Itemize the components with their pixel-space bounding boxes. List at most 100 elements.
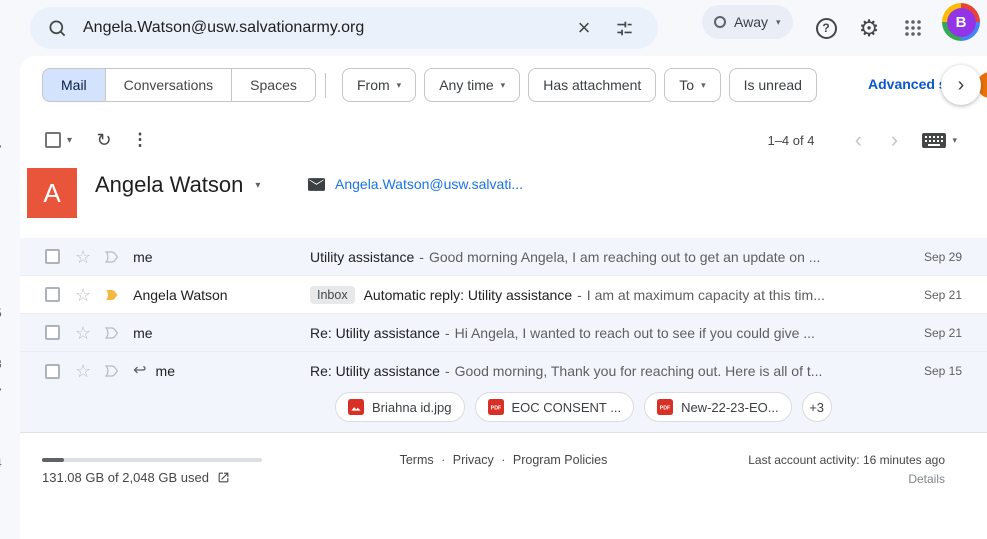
importance-marker-icon[interactable] <box>103 362 121 380</box>
subject-snippet-separator: - <box>445 325 450 341</box>
star-icon[interactable]: ☆ <box>75 362 91 380</box>
svg-text:PDF: PDF <box>490 406 501 412</box>
row-checkbox[interactable] <box>45 287 60 302</box>
sender-avatar[interactable]: A <box>27 168 77 218</box>
program-policies-link[interactable]: Program Policies <box>513 453 607 467</box>
privacy-link[interactable]: Privacy <box>453 453 494 467</box>
star-icon[interactable]: ☆ <box>75 286 91 304</box>
sender-email-link[interactable]: Angela.Watson@usw.salvati... <box>335 176 523 192</box>
list-toolbar: ▾ ↻ ⋮ 1–4 of 4 ‹ › ▾ <box>20 116 987 164</box>
thread-snippet: I am at maximum capacity at this tim... <box>587 287 825 303</box>
apps-grid-icon <box>904 19 922 37</box>
importance-marker-icon[interactable] <box>103 286 121 304</box>
chip-label: Any time <box>439 77 493 93</box>
svg-text:PDF: PDF <box>660 406 671 412</box>
select-all-checkbox[interactable] <box>45 132 61 148</box>
pagination-range: 1–4 of 4 <box>767 133 814 148</box>
thread-date: Sep 21 <box>907 326 987 340</box>
account-avatar[interactable]: B <box>942 3 980 41</box>
sender-name-dropdown[interactable]: Angela Watson ▾ <box>95 172 260 198</box>
chevron-down-icon: ▾ <box>501 80 506 91</box>
chevron-down-icon: ▾ <box>397 80 402 91</box>
storage-used-text: 131.08 GB of 2,048 GB used <box>42 470 209 485</box>
attachment-chip[interactable]: PDF New-22-23-EO... <box>644 392 792 422</box>
input-tools-button[interactable]: ▾ <box>922 133 957 148</box>
attachment-chips: Briahna id.jpg PDF EOC CONSENT ... PDF N… <box>20 390 987 432</box>
thread-sender: me <box>133 249 152 265</box>
google-apps-button[interactable] <box>893 8 933 48</box>
chevron-down-icon: ▾ <box>255 180 260 191</box>
star-icon[interactable]: ☆ <box>75 324 91 342</box>
thread-sender: me <box>156 363 175 379</box>
table-row[interactable]: ☆ me Utility assistance - Good morning A… <box>20 238 987 276</box>
filter-chip-to[interactable]: To ▾ <box>664 68 720 102</box>
link-separator: · <box>441 453 445 467</box>
importance-marker-icon[interactable] <box>103 324 121 342</box>
keyboard-icon <box>922 133 946 148</box>
table-row[interactable]: ☆ Angela Watson Inbox Automatic reply: U… <box>20 276 987 314</box>
close-icon: × <box>578 17 591 39</box>
newer-page-button[interactable]: ‹ <box>840 127 876 153</box>
status-label: Away <box>734 14 768 30</box>
attachment-chip[interactable]: Briahna id.jpg <box>335 392 465 422</box>
sidebar-count-clipped: 3 <box>0 357 9 371</box>
older-page-button[interactable]: › <box>876 127 912 153</box>
chip-label: To <box>679 77 694 93</box>
sidebar-count-clipped: 7 <box>0 143 9 157</box>
chips-scroll-right-button[interactable]: › <box>941 65 981 105</box>
last-account-activity: Last account activity: 16 minutes ago <box>748 453 945 467</box>
refresh-button[interactable]: ↻ <box>86 122 122 158</box>
tab-mail[interactable]: Mail <box>42 68 106 102</box>
chip-label: From <box>357 77 390 93</box>
pdf-file-icon: PDF <box>488 399 504 415</box>
chevron-down-icon: ▾ <box>776 17 781 28</box>
more-options-button[interactable]: ⋮ <box>122 122 158 158</box>
clear-search-button[interactable]: × <box>568 12 600 44</box>
filter-chip-has-attachment[interactable]: Has attachment <box>528 68 656 102</box>
avatar-letter: B <box>947 8 976 37</box>
attachment-chip[interactable]: PDF EOC CONSENT ... <box>475 392 635 422</box>
tab-conversations[interactable]: Conversations <box>105 68 233 102</box>
search-icon <box>48 19 67 38</box>
attachment-name: Briahna id.jpg <box>372 400 452 415</box>
search-options-button[interactable] <box>608 12 640 44</box>
chevron-left-icon: ‹ <box>855 127 862 152</box>
importance-marker-icon[interactable] <box>103 248 121 266</box>
details-link[interactable]: Details <box>908 472 945 486</box>
thread-snippet: Good morning Angela, I am reaching out t… <box>429 249 821 265</box>
inbox-label-badge: Inbox <box>310 286 355 304</box>
filter-chip-is-unread[interactable]: Is unread <box>729 68 817 102</box>
row-checkbox[interactable] <box>45 249 60 264</box>
attachment-name: New-22-23-EO... <box>681 400 779 415</box>
filter-chip-from[interactable]: From ▾ <box>342 68 416 102</box>
search-bar[interactable]: Angela.Watson@usw.salvationarmy.org × <box>30 7 658 49</box>
pdf-file-icon: PDF <box>657 399 673 415</box>
terms-link[interactable]: Terms <box>400 453 434 467</box>
subject-snippet-separator: - <box>419 249 424 265</box>
tune-icon <box>615 19 634 38</box>
settings-button[interactable]: ⚙ <box>849 8 889 48</box>
filter-chip-any-time[interactable]: Any time ▾ <box>424 68 520 102</box>
status-selector[interactable]: Away ▾ <box>702 5 793 39</box>
subject-snippet-separator: - <box>577 287 582 303</box>
row-checkbox[interactable] <box>45 364 60 379</box>
open-in-new-icon[interactable] <box>217 471 230 484</box>
row-checkbox[interactable] <box>45 325 60 340</box>
sidebar-count-clipped: 4 <box>0 456 9 470</box>
search-query[interactable]: Angela.Watson@usw.salvationarmy.org <box>83 19 568 37</box>
table-row[interactable]: ☆ ↩ me Re: Utility assistance - Good mor… <box>20 352 987 433</box>
table-row[interactable]: ☆ me Re: Utility assistance - Hi Angela,… <box>20 314 987 352</box>
thread-subject: Re: Utility assistance <box>310 363 440 379</box>
star-icon[interactable]: ☆ <box>75 248 91 266</box>
attachment-name: EOC CONSENT ... <box>512 400 622 415</box>
tab-spaces[interactable]: Spaces <box>231 68 316 102</box>
sender-initial: A <box>43 178 60 209</box>
sender-name: Angela Watson <box>95 172 243 198</box>
replied-icon: ↩ <box>133 363 146 379</box>
sidebar-count-clipped: 5 <box>0 306 9 320</box>
thread-list: ☆ me Utility assistance - Good morning A… <box>20 238 987 433</box>
help-button[interactable]: ? <box>806 8 846 48</box>
select-dropdown-icon[interactable]: ▾ <box>67 135 72 146</box>
status-circle-icon <box>714 16 726 28</box>
more-attachments-chip[interactable]: +3 <box>802 392 832 422</box>
